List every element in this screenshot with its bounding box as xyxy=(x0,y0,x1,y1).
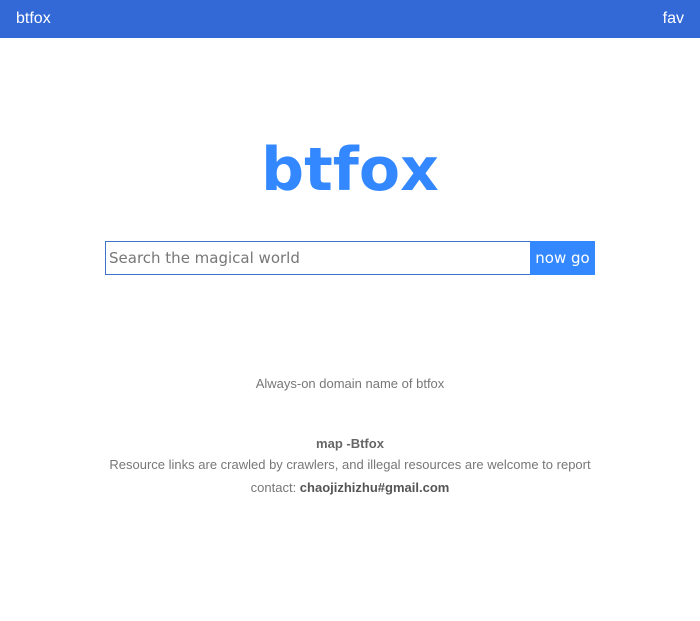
top-nav-bar: btfox fav xyxy=(0,0,700,38)
contact-label: contact: xyxy=(250,480,300,495)
site-logo: btfox xyxy=(261,135,439,205)
contact-line: contact: chaojizhizhu#gmail.com xyxy=(0,477,700,499)
brand-link[interactable]: btfox xyxy=(16,10,51,28)
crawler-notice: Resource links are crawled by crawlers, … xyxy=(109,457,591,472)
search-input[interactable] xyxy=(105,241,530,275)
fav-link[interactable]: fav xyxy=(663,10,684,28)
footer: map -Btfox Resource links are crawled by… xyxy=(0,435,700,499)
tagline: Always-on domain name of btfox xyxy=(255,376,445,391)
contact-email: chaojizhizhu#gmail.com xyxy=(299,480,450,495)
map-link[interactable]: map -Btfox xyxy=(0,435,700,453)
search-form: now go xyxy=(105,241,595,275)
search-button[interactable]: now go xyxy=(530,241,595,275)
